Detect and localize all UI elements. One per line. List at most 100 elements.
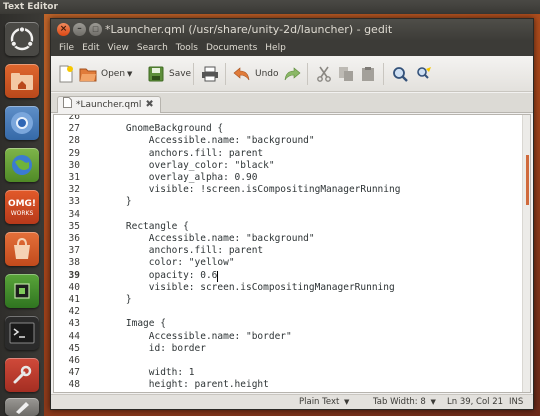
language-selector[interactable]: Plain Text ▼ [299,395,349,409]
document-tabbar: *Launcher.qml ✖ [51,93,533,113]
redo-button[interactable] [283,62,301,86]
line-number: 33 [68,196,80,208]
chevron-down-icon[interactable]: ▼ [127,70,132,78]
code-line: opacity: 0.6 [103,269,218,281]
save-button[interactable]: Save [147,62,191,86]
line-number: 36 [68,233,80,244]
launcher-terminal[interactable] [5,316,39,350]
code-line: anchors.fill: parent [103,245,264,257]
close-icon: × [59,24,68,34]
paste-button[interactable] [359,62,377,86]
menu-search[interactable]: Search [133,40,172,56]
wrench-icon [13,365,32,384]
menu-file[interactable]: File [55,40,78,56]
close-window-button[interactable]: × [57,23,70,36]
code-line: Rectangle { [103,220,189,232]
tab-width-selector[interactable]: Tab Width: 8 ▼ [373,395,436,409]
print-button[interactable] [201,62,219,86]
toolbar-separator [193,63,194,85]
tab-width-label: Tab Width: 8 [373,397,426,407]
line-number: 39 [68,269,80,281]
insert-mode: INS [509,397,524,407]
new-document-button[interactable] [57,62,75,86]
code-line: Accessible.name: "border" [103,330,292,342]
launcher-gwibber[interactable] [5,148,39,182]
scrollbar-thumb[interactable] [526,155,529,205]
line-number: 26 [68,114,80,122]
top-panel: Text Editor [0,0,540,14]
line-number: 45 [68,342,80,354]
gedit-window: × – □ *Launcher.qml (/usr/share/unity-2d… [50,18,534,410]
menu-view[interactable]: View [104,40,133,56]
toolbar: Open ▼ Save Undo [51,56,533,92]
code-line: width: 1 [103,367,195,379]
menu-documents[interactable]: Documents [202,40,261,56]
vertical-scrollbar[interactable] [522,115,530,392]
menu-edit[interactable]: Edit [78,40,103,56]
code-line: GnomeBackground { [103,123,224,135]
maximize-window-button[interactable]: □ [89,23,102,36]
code-line: Accessible.name: "background" [103,233,315,244]
save-icon [147,65,165,83]
chevron-down-icon: ▼ [430,398,436,406]
find-button[interactable] [391,62,409,86]
launcher-text-editor[interactable] [5,398,39,416]
launcher-omg-ubuntu[interactable]: OMG! WORKS [5,190,39,224]
launcher-system-monitor[interactable] [5,274,39,308]
menu-help[interactable]: Help [261,40,290,56]
printer-icon [201,65,219,83]
window-title: *Launcher.qml (/usr/share/unity-2d/launc… [105,23,393,36]
svg-text:OMG!: OMG! [8,199,36,209]
line-number: 37 [68,245,80,257]
open-button[interactable]: Open ▼ [79,62,132,86]
text-document-icon [63,96,72,114]
chromium-icon [11,112,33,134]
launcher-software-center[interactable] [5,232,39,266]
launcher-system-settings[interactable] [5,358,39,392]
line-number: 43 [68,318,80,330]
line-number-gutter: 26 27 28 29 30 31 32 33 34 35 36 37 38 39 40 41 42 43 44 45… [54,115,84,392]
line-number: 28 [68,135,80,147]
svg-text:WORKS: WORKS [11,210,34,217]
new-document-icon [57,65,75,83]
menu-tools[interactable]: Tools [172,40,202,56]
line-number: 48 [68,379,80,391]
line-number: 49 [54,392,80,393]
minimize-window-button[interactable]: – [73,23,86,36]
pencil-icon [16,402,29,414]
find-replace-button[interactable] [415,62,433,86]
code-line: Image { [103,318,166,330]
toolbar-separator [307,63,308,85]
find-replace-icon [415,65,433,83]
line-number: 29 [68,147,80,159]
cut-button[interactable] [315,62,333,86]
text-editor-area[interactable]: 26 27 28 29 30 31 32 33 34 35 36 37 38 39 40 41 42 43 44 45… [53,114,531,393]
unity-launcher: OMG! WORKS [0,14,44,416]
line-number: 46 [68,355,80,366]
code-line: } [103,294,132,305]
close-tab-icon[interactable]: ✖ [145,97,153,113]
toolbar-separator [383,63,384,85]
undo-button[interactable]: Undo [233,62,279,86]
omg-logo-icon: OMG! WORKS [8,199,36,217]
copy-button[interactable] [337,62,355,86]
launcher-home-folder[interactable] [5,64,39,98]
tab-launcher-qml[interactable]: *Launcher.qml ✖ [57,96,161,113]
code-line: height: parent.height [103,379,269,391]
launcher-chromium[interactable] [5,106,39,140]
maximize-icon: □ [92,25,99,33]
shopping-bag-icon [14,237,30,259]
launcher-dash-button[interactable] [5,22,39,56]
code-line: Accessible.name: "background" [103,135,315,147]
line-number: 41 [68,294,80,305]
code-line: } [103,196,132,208]
line-number: 47 [68,367,80,379]
line-number: 27 [68,123,80,135]
toolbar-separator [225,63,226,85]
undo-arrow-icon [233,65,251,83]
scissors-icon [315,65,333,83]
window-titlebar[interactable]: × – □ *Launcher.qml (/usr/share/unity-2d… [51,19,533,40]
undo-label: Undo [255,69,279,79]
chevron-down-icon: ▼ [344,398,350,406]
copy-icon [337,65,355,83]
